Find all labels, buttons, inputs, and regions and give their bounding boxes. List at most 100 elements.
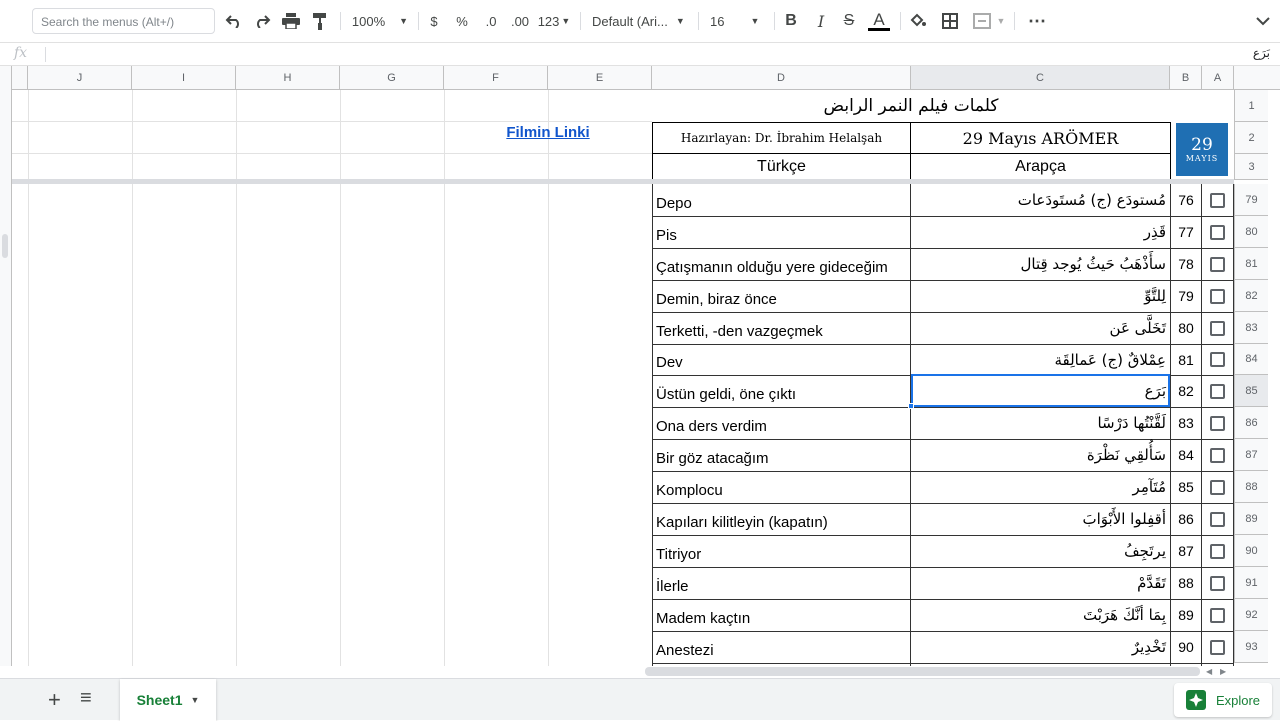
all-sheets-button[interactable]: ≡ xyxy=(80,687,92,710)
row-header[interactable]: 2 xyxy=(1234,122,1268,154)
formula-input[interactable]: بَرَع xyxy=(1253,46,1270,60)
undo-icon[interactable] xyxy=(224,11,244,31)
fill-color-icon[interactable] xyxy=(908,11,928,31)
column-header-f[interactable]: F xyxy=(444,66,548,90)
row-checkbox[interactable] xyxy=(1210,193,1225,208)
row-checkbox[interactable] xyxy=(1210,257,1225,272)
arabic-header-cell[interactable]: Arapça xyxy=(910,153,1171,180)
sheet-title-arabic[interactable]: كلمات فيلم النمر الرابض xyxy=(652,91,1170,121)
borders-icon[interactable] xyxy=(940,11,960,31)
horizontal-scrollbar[interactable] xyxy=(645,667,1200,676)
redo-icon[interactable] xyxy=(252,11,272,31)
turkish-cell[interactable]: Madem kaçtın xyxy=(652,599,911,631)
currency-format-button[interactable]: $ xyxy=(426,11,442,31)
row-header[interactable]: 79 xyxy=(1234,184,1268,216)
turkish-cell[interactable]: Terketti, -den vazgeçmek xyxy=(652,312,911,344)
arabic-cell[interactable]: لَقَّنْتُها دَرْسًا xyxy=(911,407,1170,439)
row-header[interactable]: 80 xyxy=(1234,216,1268,248)
row-checkbox[interactable] xyxy=(1210,512,1225,527)
font-family-select[interactable]: Default (Ari... ▼ xyxy=(592,11,688,31)
add-sheet-button[interactable]: + xyxy=(48,687,61,713)
turkish-cell[interactable]: Pis xyxy=(652,216,911,248)
number-cell[interactable]: 84 xyxy=(1170,439,1202,471)
turkish-cell[interactable]: Depo xyxy=(652,184,911,216)
more-options-button[interactable]: ⋯ xyxy=(1026,11,1048,31)
arabic-cell[interactable]: بِمَا أنَّكَ هَرَبْتَ xyxy=(911,599,1170,631)
row-checkbox[interactable] xyxy=(1210,416,1225,431)
number-cell[interactable]: 90 xyxy=(1170,631,1202,663)
row-checkbox[interactable] xyxy=(1210,352,1225,367)
number-cell[interactable]: 77 xyxy=(1170,216,1202,248)
italic-button[interactable]: I xyxy=(812,11,830,31)
arabic-cell[interactable]: تَخْدِيرٌ xyxy=(911,631,1170,663)
arabic-cell[interactable]: تَخَلَّى عَن xyxy=(911,312,1170,344)
row-header[interactable]: 83 xyxy=(1234,312,1268,344)
turkish-cell[interactable]: Kapıları kilitleyin (kapatın) xyxy=(652,503,911,535)
column-header-e[interactable]: E xyxy=(548,66,652,90)
arabic-cell[interactable]: لِلتَّوِّ xyxy=(911,280,1170,312)
row-checkbox[interactable] xyxy=(1210,544,1225,559)
number-cell[interactable]: 78 xyxy=(1170,248,1202,280)
column-header-c[interactable]: C xyxy=(911,66,1170,90)
turkish-header-cell[interactable]: Türkçe xyxy=(652,153,911,180)
paint-format-icon[interactable] xyxy=(310,11,330,31)
explore-button[interactable]: Explore xyxy=(1174,683,1272,717)
turkish-cell[interactable]: Titriyor xyxy=(652,535,911,567)
arabic-cell[interactable]: مُتَآمِر xyxy=(911,471,1170,503)
row-header[interactable]: 89 xyxy=(1234,503,1268,535)
chevron-down-icon[interactable] xyxy=(1254,11,1272,31)
column-header-g[interactable]: G xyxy=(340,66,444,90)
percent-format-button[interactable]: % xyxy=(454,11,470,31)
column-header-j[interactable]: J xyxy=(28,66,132,90)
row-header[interactable]: 88 xyxy=(1234,471,1268,503)
turkish-cell[interactable]: Çatışmanın olduğu yere gideceğim xyxy=(652,248,911,280)
select-all-corner[interactable] xyxy=(1234,66,1280,90)
number-cell[interactable]: 82 xyxy=(1170,375,1202,407)
column-header-i[interactable]: I xyxy=(132,66,236,90)
number-cell[interactable]: 85 xyxy=(1170,471,1202,503)
row-header[interactable]: 92 xyxy=(1234,599,1268,631)
sheet-tab-sheet1[interactable]: Sheet1 ▼ xyxy=(120,679,216,721)
number-cell[interactable]: 76 xyxy=(1170,184,1202,216)
number-cell[interactable]: 83 xyxy=(1170,407,1202,439)
more-formats-button[interactable]: 123 ▼ xyxy=(538,11,571,31)
row-checkbox[interactable] xyxy=(1210,225,1225,240)
merge-cells-icon[interactable]: ▼ xyxy=(972,11,1006,31)
row-checkbox[interactable] xyxy=(1210,321,1225,336)
row-header[interactable]: 1 xyxy=(1234,90,1268,122)
row-checkbox[interactable] xyxy=(1210,448,1225,463)
arabic-cell[interactable]: يرتَجِفُ xyxy=(911,535,1170,567)
font-size-select[interactable]: 16 ▼ xyxy=(710,11,766,31)
row-checkbox[interactable] xyxy=(1210,384,1225,399)
number-cell[interactable]: 89 xyxy=(1170,599,1202,631)
decrease-decimal-button[interactable]: .0 xyxy=(480,11,502,31)
row-header[interactable]: 84 xyxy=(1234,344,1268,375)
arabic-cell[interactable]: تَقَدَّمْ xyxy=(911,567,1170,599)
scroll-left-icon[interactable]: ◀ xyxy=(1206,667,1212,676)
turkish-cell[interactable]: Dev xyxy=(652,344,911,375)
search-menus-input[interactable]: Search the menus (Alt+/) xyxy=(32,8,215,34)
increase-decimal-button[interactable]: .00 xyxy=(508,11,532,31)
arabic-cell[interactable]: سأَذْهَبُ حَيثُ يُوجد قِتال xyxy=(911,248,1170,280)
row-checkbox[interactable] xyxy=(1210,480,1225,495)
prepared-by-cell[interactable]: Hazırlayan: Dr. İbrahim Helalşah xyxy=(652,122,911,154)
print-icon[interactable] xyxy=(281,11,301,31)
scroll-right-icon[interactable]: ▶ xyxy=(1220,667,1226,676)
row-checkbox[interactable] xyxy=(1210,608,1225,623)
number-cell[interactable]: 86 xyxy=(1170,503,1202,535)
arabic-cell[interactable]: أقفِلوا الأَبْوَابَ xyxy=(911,503,1170,535)
column-header-h[interactable]: H xyxy=(236,66,340,90)
fill-handle[interactable] xyxy=(908,403,914,409)
strikethrough-button[interactable]: S xyxy=(840,11,858,31)
turkish-cell[interactable]: Demin, biraz önce xyxy=(652,280,911,312)
row-header[interactable]: 86 xyxy=(1234,407,1268,439)
column-header-b[interactable]: B xyxy=(1170,66,1202,90)
zoom-select[interactable]: 100% ▼ xyxy=(350,11,410,31)
turkish-cell[interactable]: Bir göz atacağım xyxy=(652,439,911,471)
row-header[interactable]: 91 xyxy=(1234,567,1268,599)
vertical-scroll-thumb[interactable] xyxy=(2,234,8,258)
film-link[interactable]: Filmin Linki xyxy=(444,124,652,141)
bold-button[interactable]: B xyxy=(782,11,800,31)
arabic-cell[interactable]: قَذِر xyxy=(911,216,1170,248)
row-header[interactable]: 85 xyxy=(1234,375,1268,407)
